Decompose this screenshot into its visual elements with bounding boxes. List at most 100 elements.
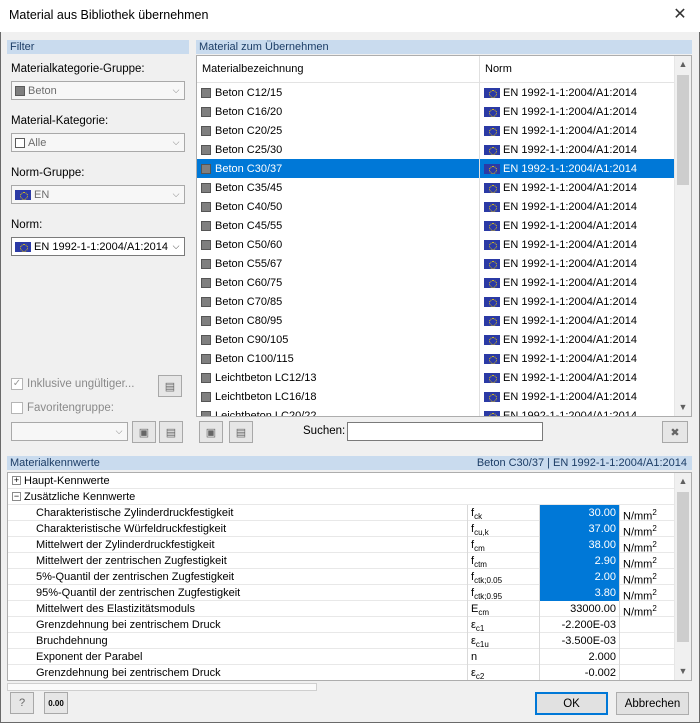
list-item[interactable]: Beton C20/25 EN 1992-1-1:2004/A1:2014: [197, 121, 691, 140]
chevron-down-icon: ⌵: [172, 189, 180, 199]
property-row[interactable]: 95%-Quantil der zentrischen Zugfestigkei…: [8, 584, 691, 602]
property-row[interactable]: Grenzdehnung bei zentrischem Druck εc1 -2.…: [8, 616, 691, 633]
property-value[interactable]: -2.200E-03: [540, 616, 620, 633]
symbol-subscript: cm: [474, 543, 485, 553]
scroll-up-icon[interactable]: ▲: [675, 473, 691, 490]
property-symbol: fctk;0.95: [468, 584, 540, 601]
list-item[interactable]: Beton C30/37 EN 1992-1-1:2004/A1:2014: [197, 159, 691, 178]
list-item[interactable]: Beton C40/50 EN 1992-1-1:2004/A1:2014: [197, 197, 691, 216]
material-norm-cell: EN 1992-1-1:2004/A1:2014: [479, 349, 691, 368]
favorite-group-select[interactable]: ⌵: [11, 422, 128, 441]
material-name: Leichtbeton LC16/18: [215, 390, 317, 403]
scroll-up-icon[interactable]: ▲: [675, 56, 691, 73]
norm-group-select[interactable]: EN ⌵: [11, 185, 185, 204]
properties-table[interactable]: + Haupt-Kennwerte − Zusätzliche Kennwert…: [7, 472, 692, 681]
cancel-button[interactable]: Abbrechen: [616, 692, 689, 715]
property-value[interactable]: 37.00: [540, 520, 620, 537]
scroll-thumb[interactable]: [677, 75, 689, 185]
property-row[interactable]: Mittelwert der zentrischen Zugfestigkeit…: [8, 552, 691, 570]
ok-button[interactable]: OK: [535, 692, 608, 715]
material-norm-cell: EN 1992-1-1:2004/A1:2014: [479, 159, 691, 178]
new-material-button[interactable]: ▣: [199, 421, 223, 443]
material-norm: EN 1992-1-1:2004/A1:2014: [503, 200, 637, 213]
list-item[interactable]: Beton C90/105 EN 1992-1-1:2004/A1:2014: [197, 330, 691, 349]
scroll-down-icon[interactable]: ▼: [675, 663, 691, 680]
material-norm-cell: EN 1992-1-1:2004/A1:2014: [479, 387, 691, 406]
properties-scrollbar[interactable]: ▲ ▼: [674, 473, 691, 680]
material-list[interactable]: Materialbezeichnung Norm Beton C12/15 EN …: [196, 55, 692, 417]
property-value[interactable]: 30.00: [540, 504, 620, 521]
eu-flag-icon: [484, 296, 500, 307]
filter-settings-button[interactable]: ▤: [158, 375, 182, 397]
expand-plus-icon[interactable]: +: [12, 476, 21, 485]
list-item[interactable]: Beton C60/75 EN 1992-1-1:2004/A1:2014: [197, 273, 691, 292]
list-item[interactable]: Beton C55/67 EN 1992-1-1:2004/A1:2014: [197, 254, 691, 273]
list-item[interactable]: Beton C50/60 EN 1992-1-1:2004/A1:2014: [197, 235, 691, 254]
property-row[interactable]: Charakteristische Zylinderdruckfestigkei…: [8, 504, 691, 522]
scroll-down-icon[interactable]: ▼: [675, 399, 691, 416]
property-row[interactable]: Charakteristische Würfeldruckfestigkeit f…: [8, 520, 691, 538]
property-row[interactable]: Bruchdehnung εc1u -3.500E-03: [8, 632, 691, 649]
list-item[interactable]: Beton C70/85 EN 1992-1-1:2004/A1:2014: [197, 292, 691, 311]
close-icon[interactable]: ✕: [668, 4, 692, 26]
units-button[interactable]: 0.00: [44, 692, 68, 714]
inclusive-invalid-checkbox[interactable]: ✓ Inklusive ungültiger...: [11, 378, 134, 390]
list-item[interactable]: Beton C16/20 EN 1992-1-1:2004/A1:2014: [197, 102, 691, 121]
material-name-cell: Beton C70/85: [197, 296, 479, 308]
list-item[interactable]: Beton C12/15 EN 1992-1-1:2004/A1:2014: [197, 83, 691, 102]
edit-favorite-button[interactable]: ▤: [159, 421, 183, 443]
property-unit: N/mm2: [620, 569, 675, 587]
material-name-cell: Beton C25/30: [197, 144, 479, 156]
list-item[interactable]: Leichtbeton LC12/13 EN 1992-1-1:2004/A1:2…: [197, 368, 691, 387]
list-item[interactable]: Leichtbeton LC16/18 EN 1992-1-1:2004/A1:2…: [197, 387, 691, 406]
column-header-name[interactable]: Materialbezeichnung: [197, 63, 479, 75]
property-value[interactable]: 2.90: [540, 552, 620, 569]
material-norm: EN 1992-1-1:2004/A1:2014: [503, 409, 637, 417]
vertical-scrollbar[interactable]: ▲ ▼: [674, 56, 691, 416]
category-group-select[interactable]: Beton ⌵: [11, 81, 185, 100]
list-item[interactable]: Beton C100/115 EN 1992-1-1:2004/A1:2014: [197, 349, 691, 368]
collapse-minus-icon[interactable]: −: [12, 492, 21, 501]
column-header-norm[interactable]: Norm: [479, 56, 691, 83]
material-norm: EN 1992-1-1:2004/A1:2014: [503, 105, 637, 118]
norm-select[interactable]: EN 1992-1-1:2004/A1:2014 ⌵: [11, 237, 185, 256]
property-unit: [620, 617, 675, 633]
property-value[interactable]: -3.500E-03: [540, 632, 620, 649]
horizontal-scrollbar[interactable]: [7, 683, 317, 691]
property-row[interactable]: Mittelwert der Zylinderdruckfestigkeit fc…: [8, 536, 691, 554]
material-norm-cell: EN 1992-1-1:2004/A1:2014: [479, 83, 691, 102]
list-item[interactable]: Beton C35/45 EN 1992-1-1:2004/A1:2014: [197, 178, 691, 197]
edit-material-button[interactable]: ▤: [229, 421, 253, 443]
property-row[interactable]: Grenzdehnung bei zentrischem Druck εc2 -0.…: [8, 664, 691, 680]
property-value[interactable]: 38.00: [540, 536, 620, 553]
category-select[interactable]: Alle ⌵: [11, 133, 185, 152]
property-symbol: fctk;0.05: [468, 568, 540, 585]
property-value[interactable]: 3.80: [540, 584, 620, 601]
property-value[interactable]: 2.00: [540, 568, 620, 585]
property-symbol: fcm: [468, 536, 540, 553]
property-row[interactable]: Exponent der Parabel n 2.000: [8, 648, 691, 665]
property-row[interactable]: Mittelwert des Elastizitätsmoduls Ecm 3300…: [8, 600, 691, 618]
list-item[interactable]: Beton C25/30 EN 1992-1-1:2004/A1:2014: [197, 140, 691, 159]
add-favorite-button[interactable]: ▣: [132, 421, 156, 443]
material-color-icon: [201, 353, 211, 364]
list-item[interactable]: Beton C45/55 EN 1992-1-1:2004/A1:2014: [197, 216, 691, 235]
material-name: Beton C20/25: [215, 124, 283, 137]
group-main-row[interactable]: + Haupt-Kennwerte: [8, 473, 691, 489]
help-button[interactable]: ?: [10, 692, 34, 714]
list-item[interactable]: Beton C80/95 EN 1992-1-1:2004/A1:2014: [197, 311, 691, 330]
material-color-icon: [201, 296, 211, 307]
property-value[interactable]: 33000.00: [540, 600, 620, 617]
category-group-label: Materialkategorie-Gruppe:: [11, 63, 145, 75]
favorite-group-checkbox[interactable]: Favoritengruppe:: [11, 402, 114, 414]
search-input[interactable]: [347, 422, 543, 441]
scroll-thumb[interactable]: [677, 492, 689, 642]
property-value[interactable]: 2.000: [540, 648, 620, 665]
clear-search-button[interactable]: ✖: [662, 421, 688, 443]
material-name: Beton C55/67: [215, 257, 283, 270]
property-value[interactable]: -0.002: [540, 664, 620, 680]
property-name: Bruchdehnung: [8, 632, 468, 649]
list-item[interactable]: Leichtbeton LC20/22 EN 1992-1-1:2004/A1:2…: [197, 406, 691, 417]
group-extra-row[interactable]: − Zusätzliche Kennwerte: [8, 489, 691, 505]
property-row[interactable]: 5%-Quantil der zentrischen Zugfestigkeit…: [8, 568, 691, 587]
